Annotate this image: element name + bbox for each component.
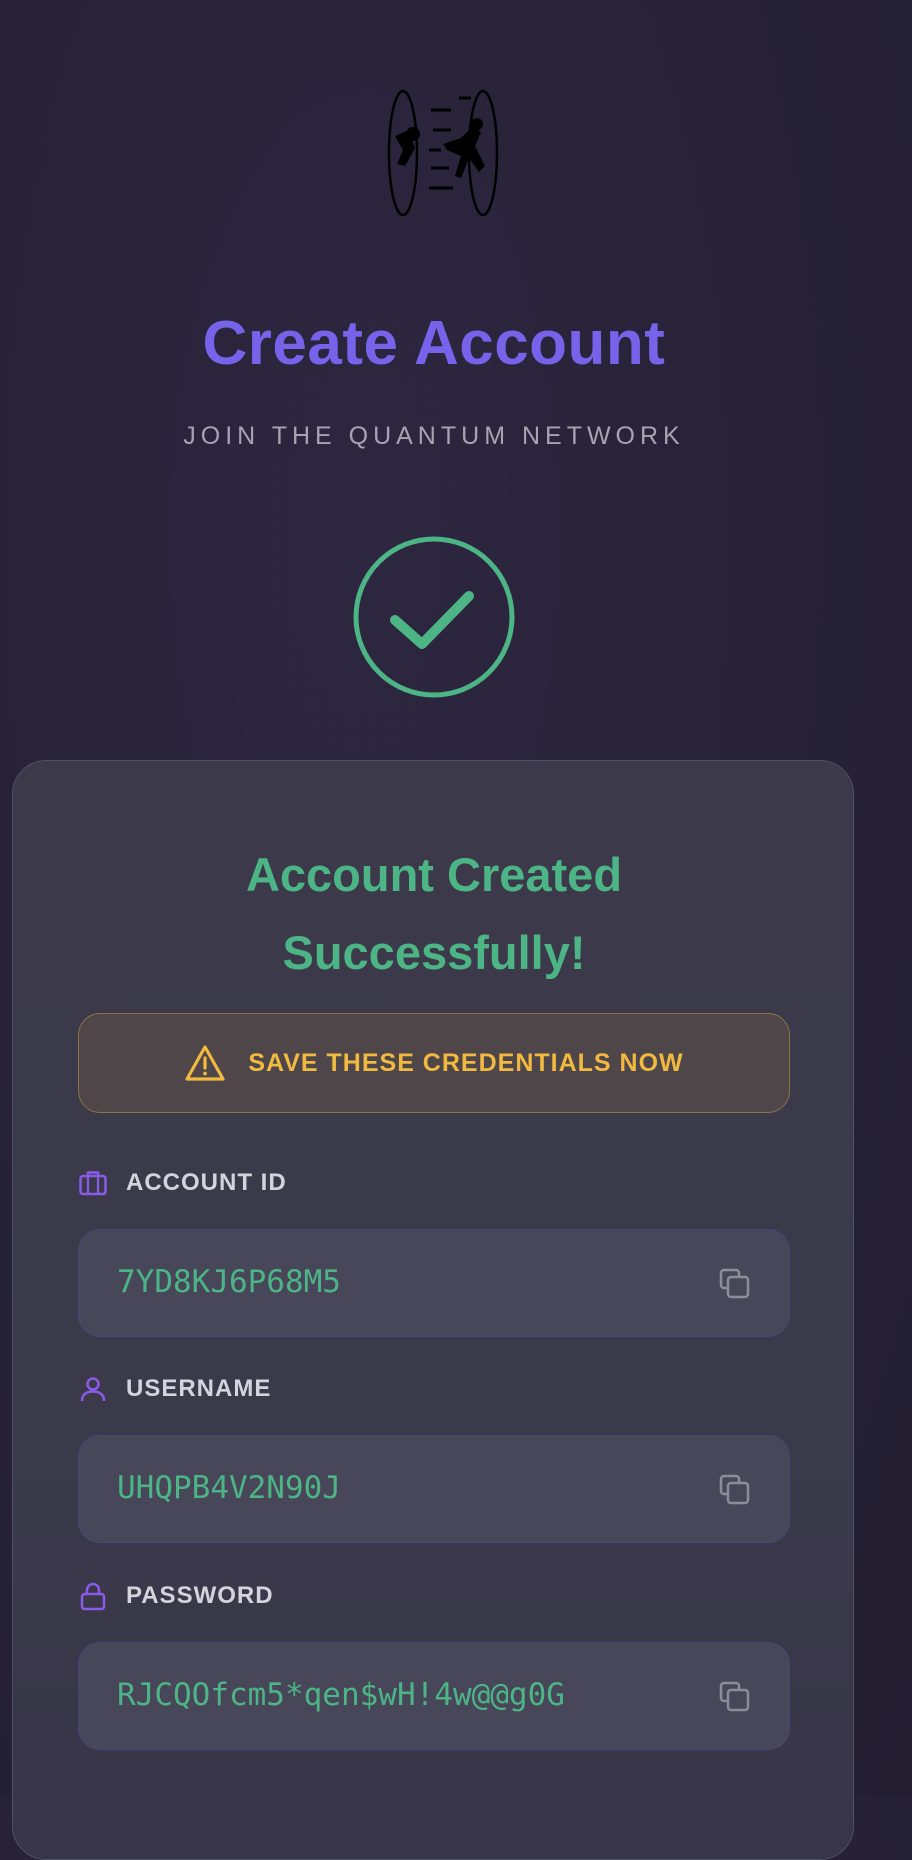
username-value[interactable]: UHQPB4V2N90J <box>117 1470 341 1506</box>
account-id-value[interactable]: 7YD8KJ6P68M5 <box>117 1264 341 1300</box>
password-field[interactable]: RJCQOfcm5*qen$wH!4w@@g0G <box>78 1642 790 1750</box>
warning-text: SAVE THESE CREDENTIALS NOW <box>248 1048 684 1077</box>
teleport-portal-icon <box>387 89 499 217</box>
password-value[interactable]: RJCQOfcm5*qen$wH!4w@@g0G <box>117 1677 565 1713</box>
page-subtitle: JOIN THE QUANTUM NETWORK <box>183 422 685 450</box>
success-line-1: Account Created <box>245 848 623 901</box>
lock-icon <box>80 1582 106 1611</box>
username-field[interactable]: UHQPB4V2N90J <box>78 1435 790 1543</box>
password-label-text: PASSWORD <box>126 1582 274 1609</box>
copy-icon[interactable] <box>715 1264 755 1304</box>
credentials-card: Account Created Successfully! SAVE THESE… <box>12 760 854 1860</box>
password-label: PASSWORD <box>78 1581 274 1611</box>
warning-banner: SAVE THESE CREDENTIALS NOW <box>78 1013 790 1113</box>
username-label-text: USERNAME <box>126 1375 272 1402</box>
account-id-label: ACCOUNT ID <box>78 1168 287 1198</box>
user-icon <box>80 1377 106 1402</box>
account-id-field[interactable]: 7YD8KJ6P68M5 <box>78 1229 790 1337</box>
warning-triangle-icon <box>185 1045 225 1081</box>
copy-icon[interactable] <box>715 1470 755 1510</box>
copy-icon[interactable] <box>715 1677 755 1717</box>
success-message: Account Created Successfully! <box>13 836 855 992</box>
success-line-2: Successfully! <box>282 926 586 979</box>
check-circle-icon <box>353 536 515 698</box>
account-id-label-text: ACCOUNT ID <box>126 1169 287 1196</box>
username-label: USERNAME <box>78 1374 271 1404</box>
briefcase-icon <box>79 1171 107 1196</box>
page-title: Create Account <box>202 309 666 378</box>
